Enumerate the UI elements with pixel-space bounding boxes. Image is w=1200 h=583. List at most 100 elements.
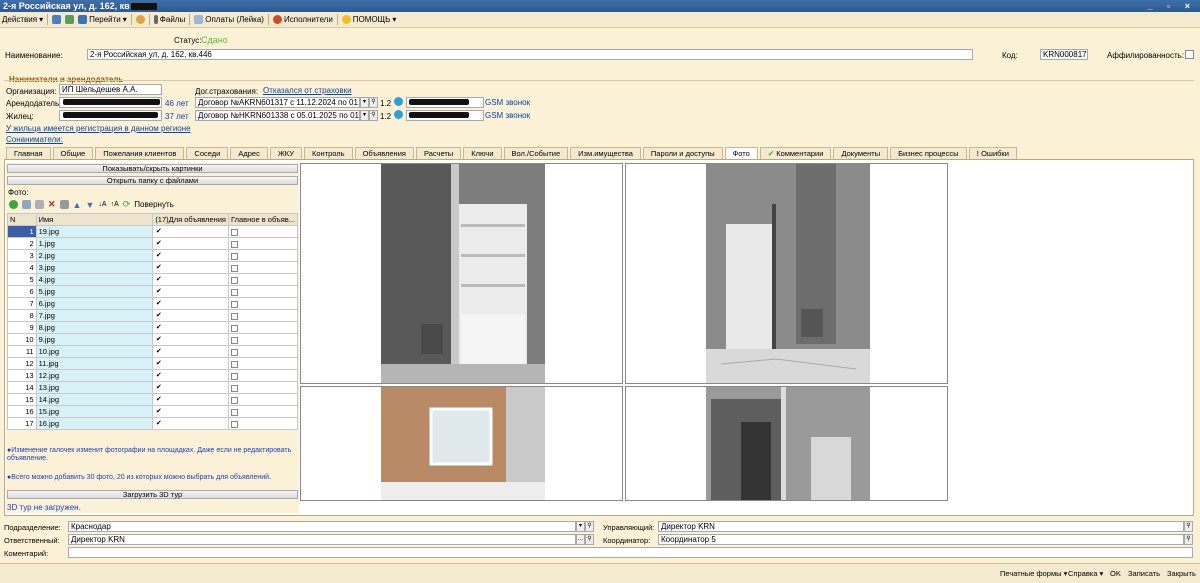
actions-menu[interactable]: Действия ▾ bbox=[2, 15, 43, 24]
for-ad-checkbox[interactable]: ✔ bbox=[155, 312, 162, 320]
tab-4[interactable]: Адрес bbox=[230, 147, 268, 159]
table-row[interactable]: 16 15.jpg ✔ bbox=[7, 405, 299, 418]
files-button[interactable]: Файлы bbox=[153, 15, 185, 24]
photo-preview-1[interactable] bbox=[300, 163, 623, 384]
tab-12[interactable]: Пароли и доступы bbox=[642, 147, 723, 159]
for-ad-checkbox[interactable]: ✔ bbox=[155, 408, 162, 416]
main-in-ad-checkbox[interactable] bbox=[230, 420, 238, 428]
contract2-field[interactable]: Договор №HKRN601338 с 05.01.2025 по 01.0… bbox=[195, 110, 360, 121]
tab-1[interactable]: Общие bbox=[52, 147, 94, 159]
for-ad-checkbox[interactable]: ✔ bbox=[155, 420, 162, 428]
help-reference-menu[interactable]: Справка ▾ bbox=[1068, 569, 1103, 578]
main-in-ad-checkbox[interactable] bbox=[230, 336, 238, 344]
telegram-icon[interactable] bbox=[394, 97, 403, 106]
photo-preview-3[interactable] bbox=[300, 386, 623, 501]
code-field[interactable]: KRN000817 bbox=[1040, 49, 1088, 60]
tab-3[interactable]: Соседи bbox=[186, 147, 229, 159]
payments-button[interactable]: Оплаты (Лейка) bbox=[194, 15, 264, 24]
registration-link[interactable]: У жильца имеется регистрация в данном ре… bbox=[6, 124, 191, 133]
division-search-icon[interactable]: ⚲ bbox=[585, 521, 594, 532]
tab-13[interactable]: Фото bbox=[724, 147, 758, 159]
coordinator-search-icon[interactable]: ⚲ bbox=[1184, 534, 1193, 545]
help-icon[interactable] bbox=[135, 15, 145, 24]
rotate-icon[interactable]: ⟳ bbox=[123, 199, 131, 210]
gsm-call-link-2[interactable]: GSM звонок bbox=[485, 111, 530, 120]
for-ad-checkbox[interactable]: ✔ bbox=[155, 240, 162, 248]
tab-0[interactable]: Главная bbox=[6, 147, 51, 159]
main-in-ad-checkbox[interactable] bbox=[230, 312, 238, 320]
gsm-call-link-1[interactable]: GSM звонок bbox=[485, 98, 530, 107]
for-ad-checkbox[interactable]: ✔ bbox=[155, 396, 162, 404]
main-in-ad-checkbox[interactable] bbox=[230, 240, 238, 248]
tab-9[interactable]: Ключи bbox=[463, 147, 502, 159]
sort-desc-icon[interactable]: ↑A bbox=[111, 201, 119, 208]
open-folder-button[interactable]: Открыть папку с файлами bbox=[7, 176, 298, 185]
delete-icon[interactable]: ✕ bbox=[48, 199, 56, 210]
ok-button[interactable]: OK bbox=[1110, 569, 1121, 578]
contract1-search-icon[interactable]: ⚲ bbox=[369, 97, 378, 108]
responsible-search-icon[interactable]: ⚲ bbox=[585, 534, 594, 545]
tab-14[interactable]: ✔ Комментарии bbox=[759, 147, 832, 159]
move-up-icon[interactable]: ▲ bbox=[73, 200, 82, 210]
table-row[interactable]: 4 3.jpg ✔ bbox=[7, 261, 299, 274]
table-row[interactable]: 13 12.jpg ✔ bbox=[7, 369, 299, 382]
manager-search-icon[interactable]: ⚲ bbox=[1184, 521, 1193, 532]
main-in-ad-checkbox[interactable] bbox=[230, 300, 238, 308]
photo-preview-4[interactable] bbox=[625, 386, 948, 501]
photo-preview-2[interactable] bbox=[625, 163, 948, 384]
tab-5[interactable]: ЖКУ bbox=[269, 147, 302, 159]
table-row[interactable]: 11 10.jpg ✔ bbox=[7, 345, 299, 358]
tab-10[interactable]: Вол./Событие bbox=[503, 147, 569, 159]
table-row[interactable]: 9 8.jpg ✔ bbox=[7, 321, 299, 334]
for-ad-checkbox[interactable]: ✔ bbox=[155, 336, 162, 344]
table-row[interactable]: 10 9.jpg ✔ bbox=[7, 333, 299, 346]
main-in-ad-checkbox[interactable] bbox=[230, 384, 238, 392]
responsible-select-button[interactable]: … bbox=[576, 534, 585, 545]
edit-icon[interactable] bbox=[35, 200, 44, 209]
close-button[interactable]: Закрыть bbox=[1167, 569, 1196, 578]
table-row[interactable]: 8 7.jpg ✔ bbox=[7, 309, 299, 322]
table-row[interactable]: 17 16.jpg ✔ bbox=[7, 417, 299, 430]
copy-icon[interactable] bbox=[65, 15, 75, 24]
main-in-ad-checkbox[interactable] bbox=[230, 252, 238, 260]
main-in-ad-checkbox[interactable] bbox=[230, 288, 238, 296]
telegram-icon[interactable] bbox=[394, 110, 403, 119]
table-row[interactable]: 14 13.jpg ✔ bbox=[7, 381, 299, 394]
name-field[interactable]: 2-я Российская ул, д. 162, кв.446 bbox=[87, 49, 973, 60]
org-field[interactable]: ИП Шельдешев А.А. bbox=[59, 84, 162, 95]
affiliated-checkbox[interactable] bbox=[1185, 50, 1194, 59]
main-in-ad-checkbox[interactable] bbox=[230, 360, 238, 368]
for-ad-checkbox[interactable]: ✔ bbox=[155, 264, 162, 272]
window-controls[interactable]: _ ▫ × bbox=[1148, 0, 1196, 12]
tab-6[interactable]: Контроль bbox=[303, 147, 353, 159]
manager-field[interactable]: Директор KRN bbox=[658, 521, 1184, 532]
comment-field[interactable] bbox=[68, 547, 1193, 558]
coordinator-field[interactable]: Координатор 5 bbox=[658, 534, 1184, 545]
add-icon[interactable] bbox=[9, 200, 18, 209]
stop-icon[interactable] bbox=[59, 200, 69, 209]
cotenants-link[interactable]: Сонаниматели: bbox=[6, 135, 63, 144]
tab-11[interactable]: Изм.имущества bbox=[570, 147, 641, 159]
table-row[interactable]: 7 6.jpg ✔ bbox=[7, 297, 299, 310]
for-ad-checkbox[interactable]: ✔ bbox=[155, 348, 162, 356]
tab-16[interactable]: Бизнес процессы bbox=[890, 147, 967, 159]
table-row[interactable]: 3 2.jpg ✔ bbox=[7, 249, 299, 262]
move-down-icon[interactable]: ▼ bbox=[85, 200, 94, 210]
table-row[interactable]: 1 19.jpg ✔ bbox=[7, 225, 299, 238]
main-in-ad-checkbox[interactable] bbox=[230, 324, 238, 332]
contract2-search-icon[interactable]: ⚲ bbox=[369, 110, 378, 121]
main-in-ad-checkbox[interactable] bbox=[230, 348, 238, 356]
for-ad-checkbox[interactable]: ✔ bbox=[155, 324, 162, 332]
for-ad-checkbox[interactable]: ✔ bbox=[155, 384, 162, 392]
toggle-pictures-button[interactable]: Показывать/скрыть картинки bbox=[7, 164, 298, 173]
help-menu[interactable]: ПОМОЩЬ ▾ bbox=[341, 15, 396, 24]
tab-17[interactable]: ! Ошибки bbox=[968, 147, 1017, 159]
main-in-ad-checkbox[interactable] bbox=[230, 276, 238, 284]
table-row[interactable]: 2 1.jpg ✔ bbox=[7, 237, 299, 250]
tab-8[interactable]: Расчеты bbox=[415, 147, 462, 159]
table-row[interactable]: 12 11.jpg ✔ bbox=[7, 357, 299, 370]
table-row[interactable]: 5 4.jpg ✔ bbox=[7, 273, 299, 286]
copy-icon[interactable] bbox=[22, 200, 31, 209]
tab-7[interactable]: Объявления bbox=[354, 147, 414, 159]
col-for-ad[interactable]: (17)Для объявления bbox=[152, 213, 229, 226]
